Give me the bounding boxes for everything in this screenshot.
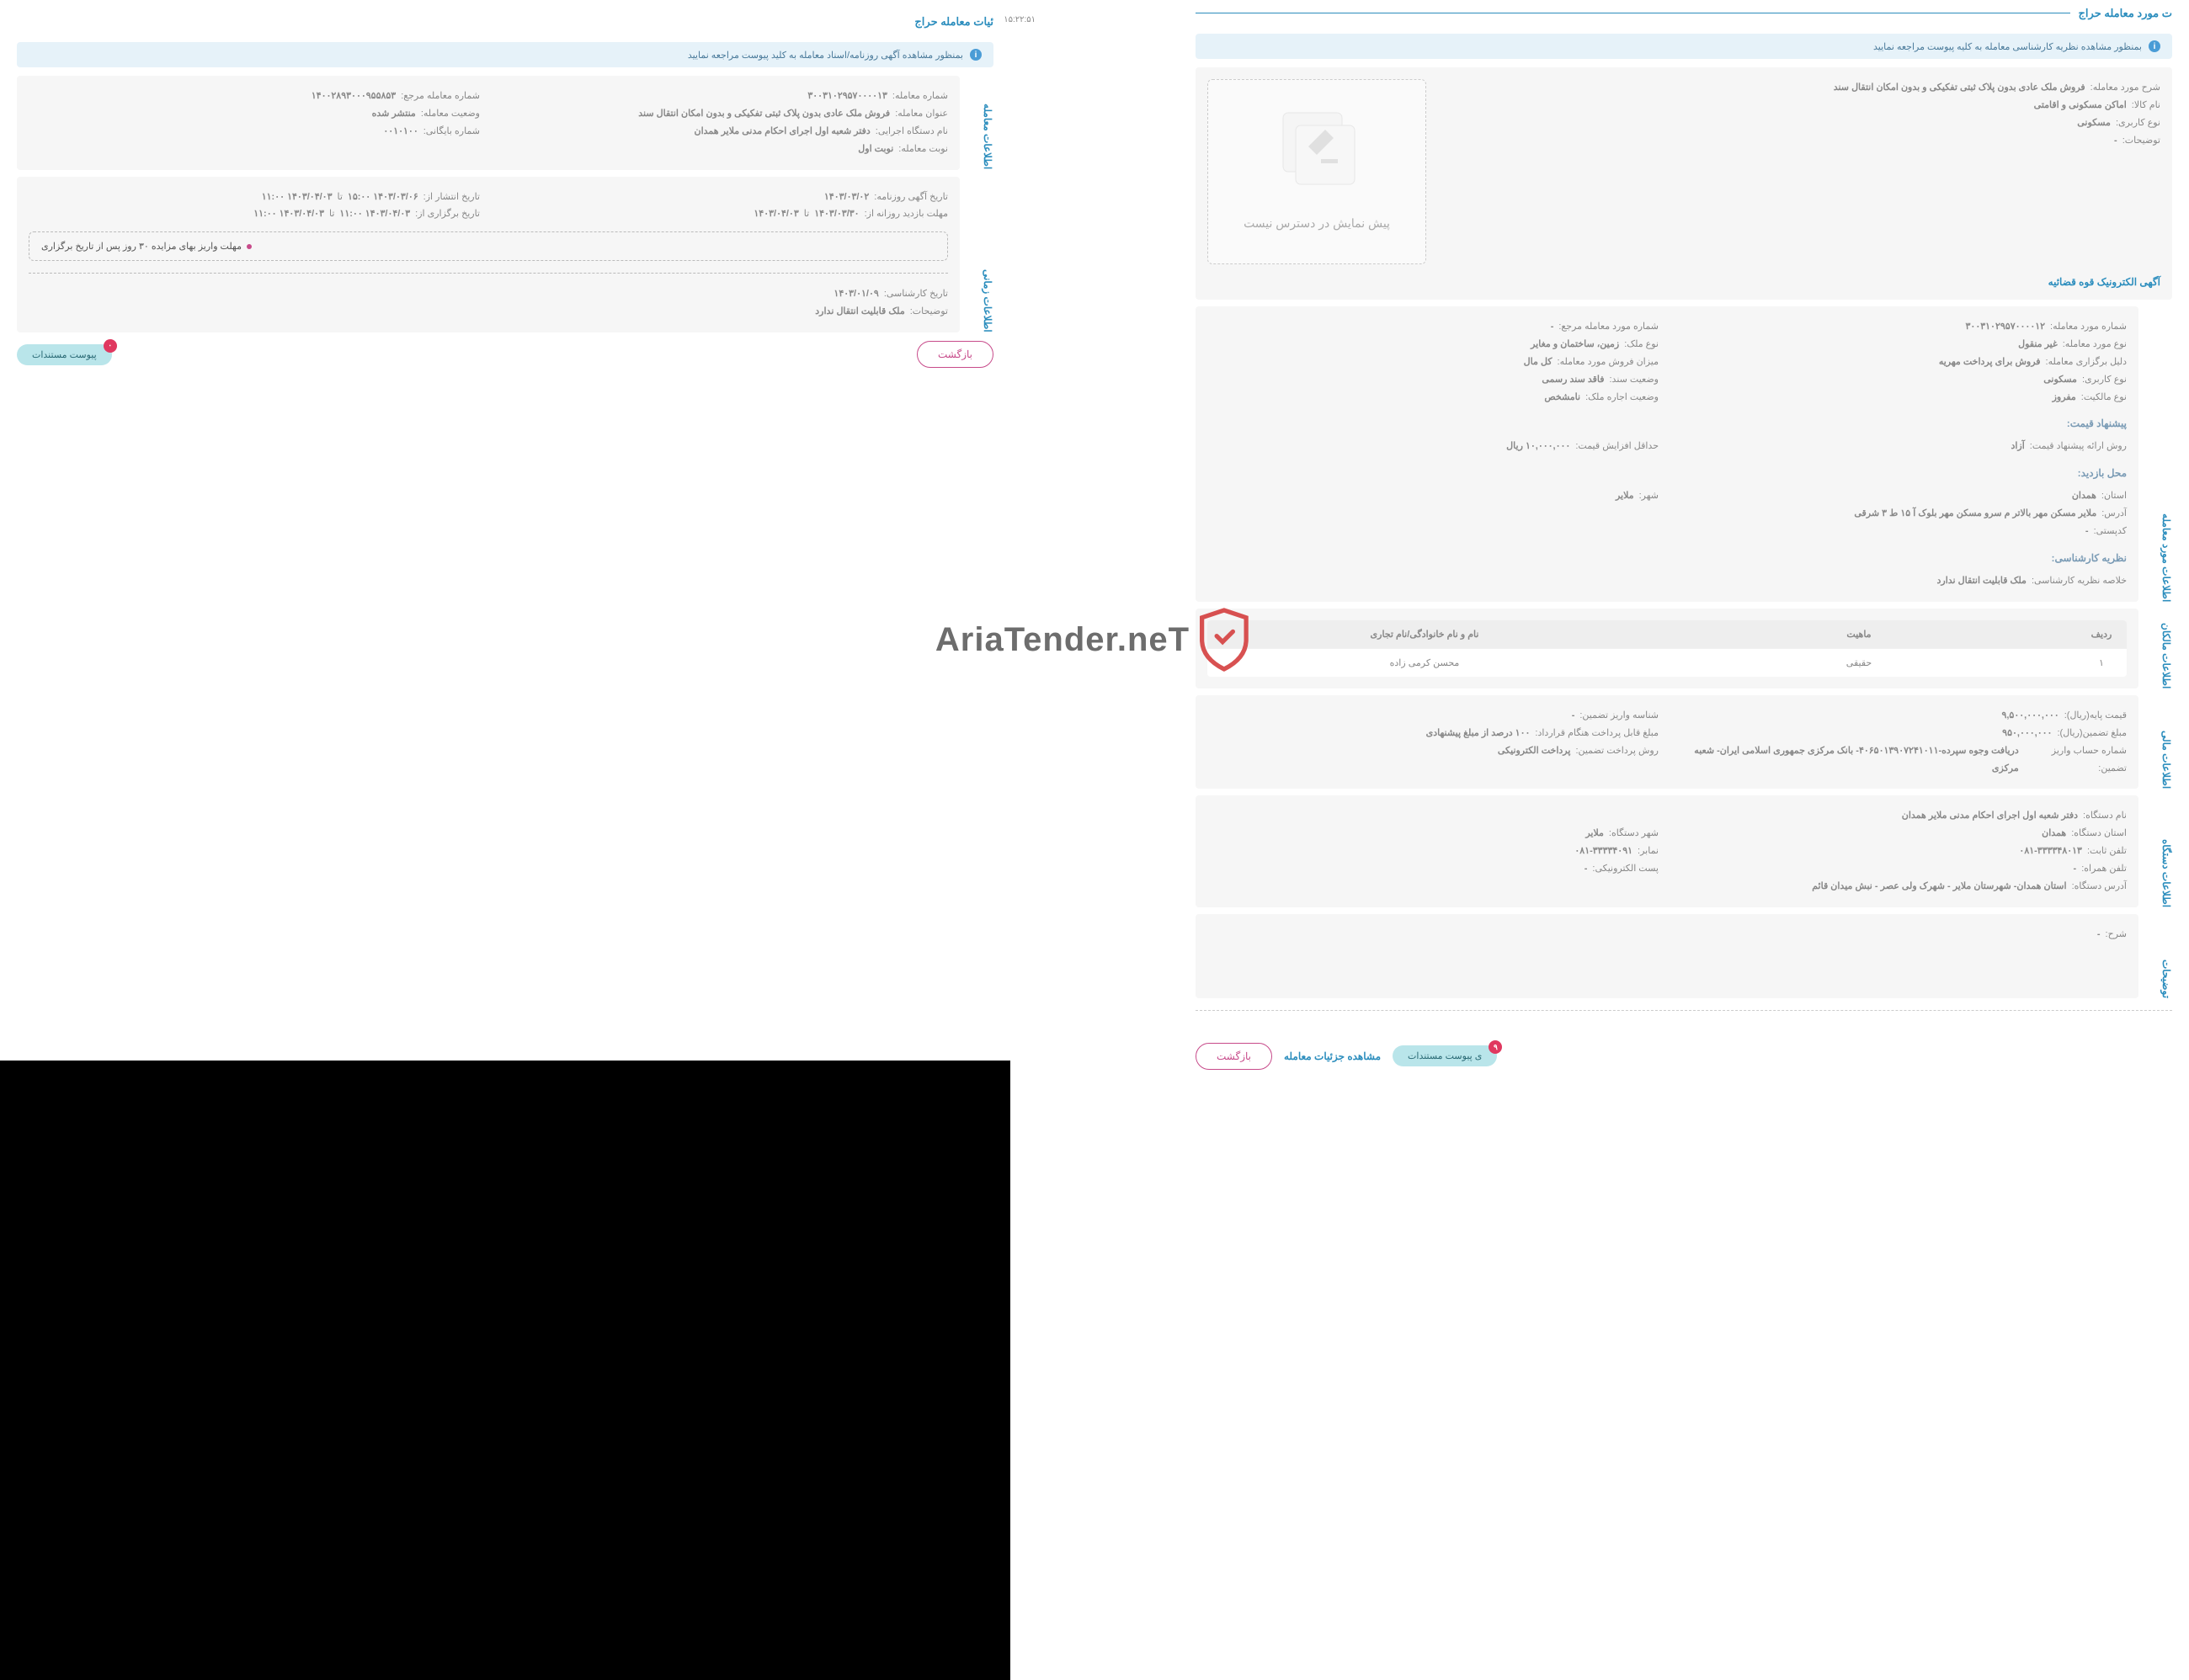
tab-financial: اطلاعات مالی [2147, 695, 2172, 789]
notes-panel: شرح:- [1196, 914, 2138, 998]
owners-table: ردیف ماهیت نام و نام خانوادگی/نام تجاری … [1207, 620, 2127, 677]
tab-agency: اطلاعات دستگاه [2147, 795, 2172, 906]
th-row: ردیف [2076, 620, 2127, 648]
agency-panel: نام دستگاه:دفتر شعبه اول اجرای احکام مدن… [1196, 795, 2138, 906]
watermark-text: AriaTender.neT [935, 621, 1190, 659]
watermark: AriaTender.neT [935, 606, 1254, 673]
tab-deal-info: اطلاعات معامله [968, 76, 993, 170]
top-preview-row: شرح مورد معامله:فروش ملک عادی بدون پلاک … [1196, 67, 2172, 300]
transaction-info-panel: شماره مورد معامله:۳۰۰۳۱۰۲۹۵۷۰۰۰۰۱۲ نوع م… [1196, 306, 2138, 602]
back-button-right[interactable]: بازگشت [1196, 1043, 1272, 1070]
time-info-panel: تاریخ آگهی روزنامه:۱۴۰۳/۰۳/۰۲ مهلت بازدی… [17, 177, 960, 333]
timestamp: ۱۵:۲۲:۵۱ [1004, 15, 1036, 24]
details-link[interactable]: مشاهده جزئیات معامله [1284, 1050, 1381, 1062]
agahi-link[interactable]: آگهی الکترونیک قوه قضائیه [2048, 276, 2160, 288]
info-icon: i [970, 49, 982, 61]
variz-note-box: مهلت واریز بهای مزایده ۳۰ روز پس از تاری… [29, 231, 948, 261]
tab-owners: اطلاعات مالکان [2147, 609, 2172, 688]
table-row: ۱ حقیقی محسن کرمی زاده [1207, 648, 2127, 677]
attach-count-badge-left: ۰ [104, 339, 117, 353]
deal-info-panel: شماره معامله:۳۰۰۳۱۰۲۹۵۷۰۰۰۰۱۳ عنوان معام… [17, 76, 960, 170]
info-bar-right: i بمنظور مشاهده نظریه کارشناسی معامله به… [1196, 34, 2172, 59]
right-section-title: ت مورد معامله حراج [1196, 0, 2172, 25]
right-page: ت مورد معامله حراج i بمنظور مشاهده نظریه… [1179, 0, 2189, 1680]
info-icon: i [2149, 40, 2160, 52]
attach-count-badge: ۹ [1489, 1040, 1502, 1054]
black-region [0, 1061, 1010, 1680]
left-page: ۱۵:۲۲:۵۱ ئیات معامله حراج i بمنظور مشاهد… [0, 0, 1010, 1680]
tab-time-info: اطلاعات زمانی [968, 177, 993, 333]
left-section-title: ئیات معامله حراج [17, 8, 993, 34]
gavel-icon [1249, 96, 1384, 197]
th-type: ماهیت [1642, 620, 2076, 648]
shield-icon [1195, 606, 1254, 673]
owners-panel: ردیف ماهیت نام و نام خانوادگی/نام تجاری … [1196, 609, 2138, 688]
tab-transaction-info: اطلاعات مورد معامله [2147, 306, 2172, 602]
attachments-button-left[interactable]: پیوست مستندات ۰ [17, 344, 112, 365]
back-button-left[interactable]: بازگشت [917, 341, 993, 368]
financial-panel: قیمت پایه(ریال):۹,۵۰۰,۰۰۰,۰۰۰ مبلغ تضمین… [1196, 695, 2138, 789]
tab-notes: توضیحات [2147, 914, 2172, 998]
dot-icon [247, 244, 252, 249]
preview-panel: شرح مورد معامله:فروش ملک عادی بدون پلاک … [1196, 67, 2172, 300]
info-bar-left: i بمنظور مشاهده آگهی روزنامه/اسناد معامل… [17, 42, 993, 67]
attachments-button-right[interactable]: ی پیوست مستندات ۹ [1393, 1045, 1497, 1066]
th-name: نام و نام خانوادگی/نام تجاری [1207, 620, 1642, 648]
image-preview-box: پیش نمایش در دسترس نیست [1207, 79, 1426, 264]
